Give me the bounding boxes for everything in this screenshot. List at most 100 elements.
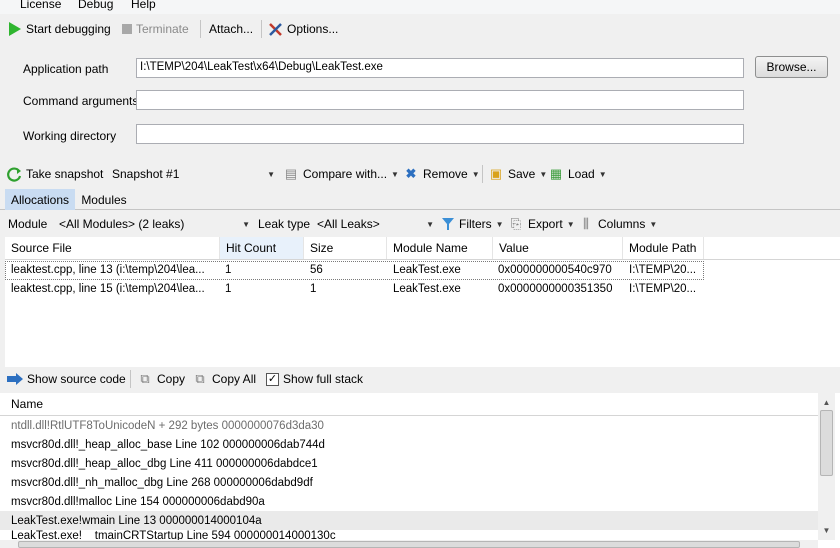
columns-icon: ⫼ — [583, 216, 589, 231]
show-source-button[interactable]: Show source code — [7, 369, 126, 389]
workdir-input[interactable] — [136, 124, 744, 144]
app-path-input[interactable]: I:\TEMP\204\LeakTest\x64\Debug\LeakTest.… — [136, 58, 744, 78]
options-button[interactable]: Options... — [268, 19, 338, 39]
allocations-table: Source File Hit Count Size Module Name V… — [5, 237, 840, 367]
start-debugging-button[interactable]: Start debugging — [8, 19, 111, 39]
stack-row[interactable]: msvcr80d.dll!_nh_malloc_dbg Line 268 000… — [0, 473, 818, 492]
col-module-name[interactable]: Module Name — [387, 237, 493, 259]
filters-label: Filters — [459, 217, 492, 231]
cell-module-name: LeakTest.exe — [393, 264, 461, 276]
vertical-scrollbar[interactable]: ▲ ▼ — [818, 393, 835, 540]
table-row[interactable]: leaktest.cpp, line 13 (i:\temp\204\lea..… — [5, 261, 704, 280]
app-path-label: Application path — [23, 62, 109, 76]
terminate-button[interactable]: Terminate — [122, 19, 189, 39]
browse-button[interactable]: Browse... — [755, 56, 828, 78]
attach-button[interactable]: Attach... — [209, 19, 253, 39]
export-label: Export — [528, 217, 563, 231]
chevron-down-icon: ▼ — [242, 219, 250, 229]
stack-table: Name ntdll.dll!RtlUTF8ToUnicodeN + 292 b… — [0, 393, 840, 548]
workdir-label: Working directory — [23, 129, 117, 143]
col-source-file[interactable]: Source File — [5, 237, 220, 259]
filters-button[interactable]: Filters ▼ — [441, 214, 504, 234]
load-button[interactable]: ▦ Load ▼ — [548, 164, 607, 184]
tab-modules[interactable]: Modules — [76, 189, 132, 210]
leak-type-select[interactable]: <All Leaks> ▼ — [313, 214, 437, 234]
columns-button[interactable]: ⫼ Columns ▼ — [578, 214, 657, 234]
load-icon: ▦ — [549, 166, 563, 181]
stack-row[interactable]: msvcr80d.dll!_heap_alloc_base Line 102 0… — [0, 435, 818, 454]
play-icon — [9, 22, 21, 36]
scroll-up-icon[interactable]: ▲ — [818, 395, 835, 409]
scroll-thumb[interactable] — [18, 541, 800, 548]
toolbar-separator — [130, 370, 131, 388]
table-row[interactable]: leaktest.cpp, line 15 (i:\temp\204\lea..… — [5, 280, 704, 299]
chevron-down-icon: ▼ — [539, 169, 548, 179]
compare-icon: ▤ — [284, 166, 298, 181]
toolbar-separator — [482, 165, 483, 183]
module-label: Module — [8, 217, 48, 231]
tab-strip: Allocations Modules — [0, 187, 840, 210]
remove-icon: ✖ — [405, 166, 417, 181]
save-icon: ▣ — [489, 166, 503, 181]
checkbox-checked-icon[interactable]: ✓ — [266, 372, 279, 386]
copy-button[interactable]: ⧉ Copy — [137, 369, 185, 389]
copy-icon: ⧉ — [140, 371, 150, 386]
take-snapshot-label: Take snapshot — [26, 167, 104, 181]
cell-hit-count: 1 — [225, 264, 232, 276]
stack-row[interactable]: LeakTest.exe!wmain Line 13 0000000140001… — [0, 511, 818, 530]
scroll-down-icon[interactable]: ▼ — [818, 523, 835, 537]
take-snapshot-button[interactable]: Take snapshot — [7, 164, 103, 184]
horizontal-scrollbar[interactable] — [0, 540, 818, 548]
chevron-down-icon: ▼ — [495, 219, 504, 229]
stack-row[interactable]: msvcr80d.dll!malloc Line 154 000000006da… — [0, 492, 818, 511]
module-select[interactable]: <All Modules> (2 leaks) ▼ — [55, 214, 253, 234]
menu-help[interactable]: Help — [131, 0, 156, 11]
cell-size: 56 — [310, 264, 323, 276]
snapshot-toolbar: Take snapshot Snapshot #1 ▼ ▤ Compare wi… — [0, 162, 840, 186]
start-debugging-label: Start debugging — [26, 22, 111, 36]
cell-source-file: leaktest.cpp, line 13 (i:\temp\204\lea..… — [11, 264, 205, 276]
stop-icon — [122, 24, 132, 34]
toolbar-separator — [200, 20, 201, 38]
refresh-icon — [7, 166, 22, 182]
cell-module-path: I:\TEMP\20... — [629, 283, 697, 295]
chevron-down-icon: ▼ — [267, 169, 275, 179]
attach-label: Attach... — [209, 22, 254, 36]
col-value[interactable]: Value — [493, 237, 623, 259]
snapshot-select-value: Snapshot #1 — [112, 167, 180, 181]
cell-source-file: leaktest.cpp, line 15 (i:\temp\204\lea..… — [11, 283, 205, 295]
menu-debug[interactable]: Debug — [78, 0, 113, 11]
snapshot-select[interactable]: Snapshot #1 ▼ — [108, 164, 278, 184]
chevron-down-icon: ▼ — [649, 219, 658, 229]
copy-all-button[interactable]: ⧉ Copy All — [192, 369, 256, 389]
scroll-thumb[interactable] — [820, 410, 833, 476]
chevron-down-icon: ▼ — [426, 219, 434, 229]
leak-type-label: Leak type — [258, 217, 311, 231]
show-full-stack-toggle[interactable]: ✓ Show full stack — [266, 369, 363, 389]
save-label: Save — [508, 167, 536, 181]
compare-label: Compare with... — [303, 167, 388, 181]
leak-type-select-value: <All Leaks> — [317, 217, 380, 231]
toolbar-separator — [261, 20, 262, 38]
load-label: Load — [568, 167, 595, 181]
stack-row[interactable]: ntdll.dll!RtlUTF8ToUnicodeN + 292 bytes … — [0, 416, 818, 435]
col-hit-count[interactable]: Hit Count — [220, 237, 304, 259]
col-size[interactable]: Size — [304, 237, 387, 259]
export-button[interactable]: ⎘ Export ▼ — [508, 214, 575, 234]
arrow-right-icon — [7, 373, 23, 385]
args-input[interactable] — [136, 90, 744, 110]
col-module-path[interactable]: Module Path — [623, 237, 704, 259]
menu-license[interactable]: License — [20, 0, 61, 11]
module-select-value: <All Modules> (2 leaks) — [59, 217, 185, 231]
cell-module-name: LeakTest.exe — [393, 283, 461, 295]
columns-label: Columns — [598, 217, 646, 231]
save-button[interactable]: ▣ Save ▼ — [488, 164, 547, 184]
funnel-icon — [442, 218, 454, 230]
col-name[interactable]: Name — [0, 393, 818, 416]
stack-row[interactable]: msvcr80d.dll!_heap_alloc_dbg Line 411 00… — [0, 454, 818, 473]
copy-all-label: Copy All — [212, 372, 257, 386]
stack-row[interactable]: LeakTest.exe!__tmainCRTStartup Line 594 … — [0, 530, 818, 540]
tab-allocations[interactable]: Allocations — [5, 189, 75, 210]
remove-button[interactable]: ✖ Remove ▼ — [403, 164, 480, 184]
compare-button[interactable]: ▤ Compare with... ▼ — [283, 164, 399, 184]
